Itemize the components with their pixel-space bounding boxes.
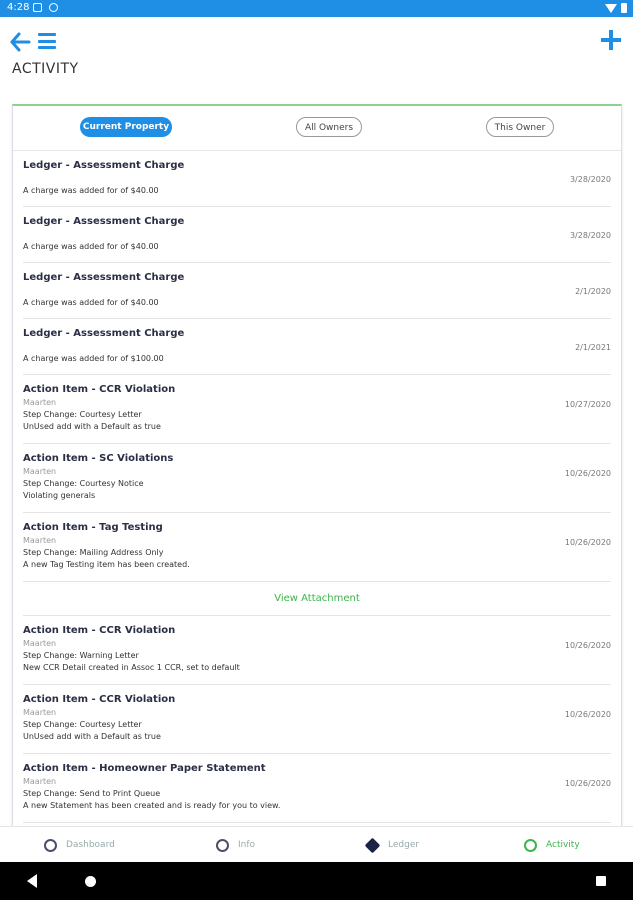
activity-detail: UnUsed add with a Default as true [23, 422, 161, 431]
bottom-navigation: Dashboard Info Ledger Activity [0, 826, 633, 863]
nav-info[interactable]: Info [216, 827, 255, 863]
activity-title: Ledger - Assessment Charge [23, 328, 185, 339]
activity-detail: A charge was added for of $40.00 [23, 242, 159, 251]
notification-icon [33, 3, 42, 12]
activity-date: 2/1/2021 [575, 343, 611, 352]
menu-icon[interactable] [38, 33, 56, 49]
list-item[interactable]: Ledger - Assessment Charge A charge was … [23, 151, 611, 207]
activity-detail: Step Change: Send to Print Queue [23, 789, 161, 798]
list-item[interactable]: Action Item - CCR Violation Maarten Step… [23, 685, 611, 754]
list-item[interactable]: Ledger - Assessment Charge A charge was … [23, 319, 611, 375]
tag-icon [364, 837, 381, 853]
activity-detail: A new Tag Testing item has been created. [23, 560, 190, 569]
activity-list: Ledger - Assessment Charge A charge was … [23, 151, 611, 823]
back-arrow-icon[interactable] [9, 31, 31, 53]
activity-detail: Step Change: Courtesy Letter [23, 410, 142, 419]
activity-title: Action Item - CCR Violation [23, 625, 176, 636]
activity-detail: Step Change: Mailing Address Only [23, 548, 164, 557]
filter-current-property[interactable]: Current Property [80, 117, 172, 137]
activity-date: 10/26/2020 [564, 710, 611, 719]
activity-author: Maarten [23, 777, 57, 786]
list-item[interactable]: Ledger - Assessment Charge A charge was … [23, 263, 611, 319]
dashboard-icon [44, 838, 57, 852]
activity-title: Ledger - Assessment Charge [23, 216, 185, 227]
nav-activity[interactable]: Activity [524, 827, 580, 863]
activity-detail: Violating generals [23, 491, 96, 500]
nav-ledger[interactable]: Ledger [364, 827, 420, 863]
list-item[interactable]: Action Item - Homeowner Paper Statement … [23, 754, 611, 823]
system-recents-icon[interactable] [596, 876, 606, 886]
activity-detail: Step Change: Courtesy Letter [23, 720, 142, 729]
list-item[interactable]: Action Item - SC Violations Maarten Step… [23, 444, 611, 513]
activity-title: Action Item - CCR Violation [23, 694, 176, 705]
activity-detail: New CCR Detail created in Assoc 1 CCR, s… [23, 663, 240, 672]
activity-detail: A charge was added for of $40.00 [23, 186, 159, 195]
filter-bar: Current Property All Owners This Owner [13, 106, 621, 151]
activity-date: 3/28/2020 [569, 231, 611, 240]
nav-label: Dashboard [66, 840, 115, 850]
system-home-icon[interactable] [85, 876, 96, 887]
nav-dashboard[interactable]: Dashboard [44, 827, 115, 863]
activity-detail: Step Change: Warning Letter [23, 651, 139, 660]
battery-icon [621, 3, 627, 13]
activity-date: 3/28/2020 [569, 175, 611, 184]
activity-author: Maarten [23, 639, 57, 648]
status-time: 4:28 [7, 2, 30, 13]
list-item[interactable]: Action Item - CCR Violation Maarten Step… [23, 616, 611, 685]
activity-date: 10/27/2020 [564, 400, 611, 409]
activity-card: Current Property All Owners This Owner L… [12, 104, 622, 829]
activity-title: Action Item - SC Violations [23, 453, 174, 464]
list-item[interactable]: Action Item - Tag Testing Maarten Step C… [23, 513, 611, 582]
activity-title: Ledger - Assessment Charge [23, 272, 185, 283]
activity-detail: A charge was added for of $100.00 [23, 354, 164, 363]
activity-detail: Step Change: Courtesy Notice [23, 479, 144, 488]
activity-author: Maarten [23, 398, 57, 407]
activity-date: 10/26/2020 [564, 641, 611, 650]
activity-author: Maarten [23, 467, 57, 476]
activity-detail: A charge was added for of $40.00 [23, 298, 159, 307]
activity-icon [524, 838, 537, 852]
activity-date: 10/26/2020 [564, 779, 611, 788]
filter-all-owners[interactable]: All Owners [296, 117, 362, 137]
add-icon[interactable] [601, 30, 621, 50]
info-icon [216, 838, 229, 852]
filter-this-owner[interactable]: This Owner [486, 117, 554, 137]
activity-title: Action Item - CCR Violation [23, 384, 176, 395]
activity-detail: UnUsed add with a Default as true [23, 732, 161, 741]
app-bar: ACTIVITY [0, 17, 633, 105]
activity-title: Action Item - Tag Testing [23, 522, 163, 533]
activity-author: Maarten [23, 708, 57, 717]
activity-title: Action Item - Homeowner Paper Statement [23, 763, 266, 774]
list-item[interactable]: Ledger - Assessment Charge A charge was … [23, 207, 611, 263]
activity-date: 10/26/2020 [564, 469, 611, 478]
status-bar: 4:28 [0, 0, 633, 17]
activity-title: Ledger - Assessment Charge [23, 160, 185, 171]
activity-date: 10/26/2020 [564, 538, 611, 547]
system-back-icon[interactable] [27, 874, 37, 888]
page-title: ACTIVITY [12, 61, 79, 77]
list-item[interactable]: Action Item - CCR Violation Maarten Step… [23, 375, 611, 444]
activity-detail: A new Statement has been created and is … [23, 801, 281, 810]
system-navigation-bar [0, 862, 633, 900]
activity-date: 2/1/2020 [575, 287, 611, 296]
nav-label: Ledger [388, 840, 420, 850]
activity-author: Maarten [23, 536, 57, 545]
nav-label: Info [238, 840, 256, 850]
view-attachment-link[interactable]: View Attachment [23, 582, 611, 616]
sync-icon [49, 3, 58, 12]
nav-label: Activity [546, 840, 580, 850]
wifi-icon [605, 3, 617, 13]
